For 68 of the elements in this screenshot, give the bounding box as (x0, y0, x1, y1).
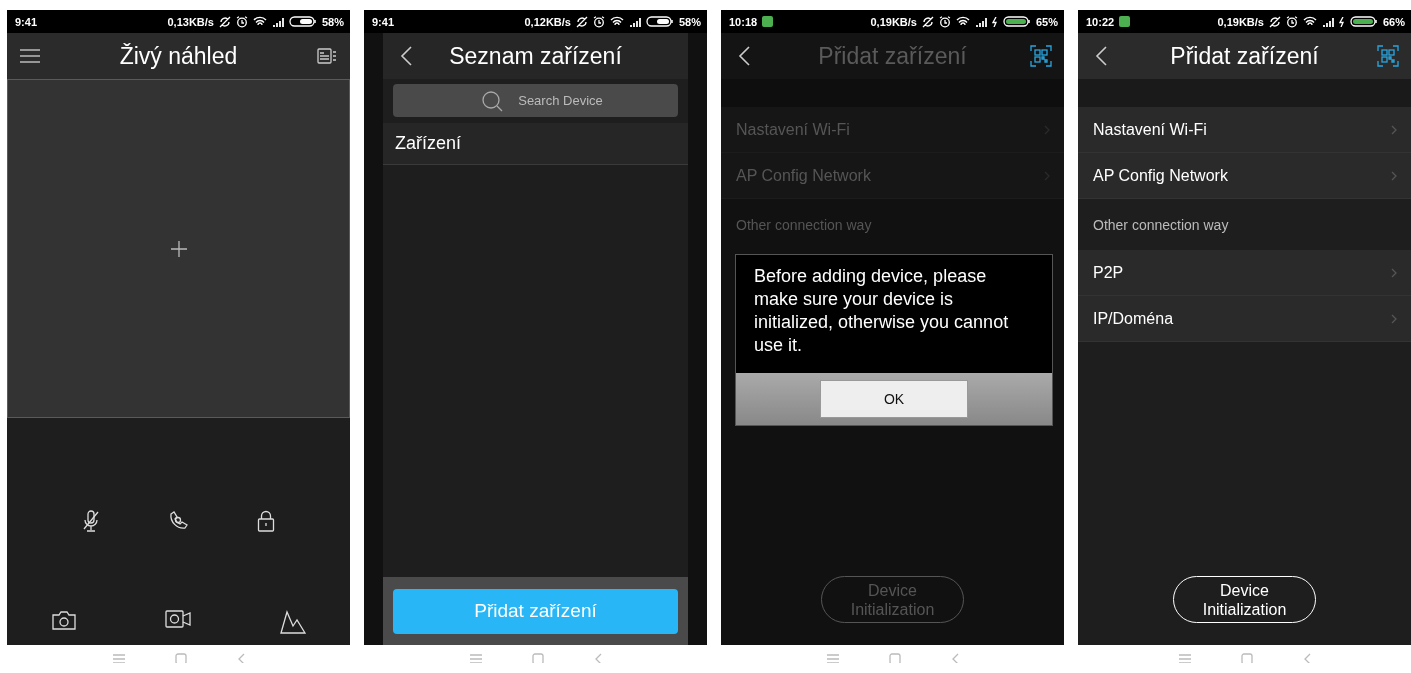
status-time: 10:18 (729, 15, 758, 28)
search-icon (481, 90, 503, 112)
item-label: IP/Doména (1093, 309, 1175, 328)
qr-scan-icon[interactable] (1030, 45, 1052, 67)
charging-icon (1338, 16, 1345, 27)
signal-icon (628, 16, 641, 27)
signal-icon (974, 16, 987, 27)
battery-percent: 66% (1382, 15, 1405, 28)
sync-off-icon (575, 15, 588, 28)
alarm-icon (1285, 15, 1298, 28)
section-header: Zařízení (383, 123, 688, 165)
charging-icon (991, 16, 998, 27)
list-item[interactable]: IP/Doména (1078, 296, 1411, 342)
network-speed: 0,19KB/s (870, 15, 917, 28)
chart-icon[interactable] (279, 610, 306, 634)
alarm-icon (592, 15, 605, 28)
status-time: 9:41 (15, 15, 38, 28)
camera-icon[interactable] (52, 610, 77, 630)
list-item[interactable]: Nastavení Wi-Fi (1078, 107, 1411, 153)
battery-percent: 58% (678, 15, 701, 28)
wifi-icon (955, 16, 970, 27)
alarm-icon (938, 15, 951, 28)
item-label: Nastavení Wi-Fi (736, 120, 851, 139)
section-label: Other connection way (735, 215, 873, 235)
chevron-icon (1391, 313, 1397, 324)
wifi-icon (1302, 16, 1317, 27)
screen-title: Přidat zařízení (1169, 42, 1320, 70)
back-icon[interactable] (738, 46, 750, 66)
signal-icon (271, 16, 284, 27)
wifi-icon (252, 16, 267, 27)
screen-title: Seznam zařízení (448, 42, 623, 70)
section-label: Other connection way (1092, 215, 1230, 235)
back-icon[interactable] (1095, 46, 1107, 66)
sync-off-icon (921, 15, 934, 28)
video-camera-icon[interactable] (165, 610, 192, 628)
chevron-icon (1391, 124, 1397, 135)
plus-icon[interactable] (170, 240, 187, 257)
screen-title: Živý náhled (118, 42, 239, 70)
lock-icon[interactable] (257, 510, 276, 532)
item-label: Nastavení Wi-Fi (1093, 120, 1208, 139)
screen-title: Přidat zařízení (817, 42, 968, 70)
item-label: P2P (1093, 263, 1125, 282)
dialog-message: Before adding device, please make sure your device is initialized, otherwise you cannot use it. (753, 265, 1010, 357)
status-time: 10:22 (1086, 15, 1115, 28)
list-item[interactable]: P2P (1078, 250, 1411, 296)
battery-percent: 58% (321, 15, 344, 28)
item-label: AP Config Network (736, 166, 872, 185)
menu-icon[interactable] (20, 48, 40, 64)
search-field[interactable]: Search Device (393, 84, 678, 117)
chevron-icon (1391, 267, 1397, 278)
back-icon[interactable] (400, 46, 412, 66)
wifi-icon (609, 16, 624, 27)
qr-scan-icon[interactable] (1377, 45, 1399, 67)
item-label: AP Config Network (1093, 166, 1229, 185)
signal-icon (1321, 16, 1334, 27)
list-item[interactable]: AP Config Network (1078, 153, 1411, 199)
device-list-icon[interactable] (317, 48, 337, 64)
mic-off-icon[interactable] (82, 510, 99, 532)
sync-off-icon (218, 15, 231, 28)
battery-percent: 65% (1035, 15, 1058, 28)
ok-button[interactable]: OK (820, 380, 968, 418)
network-speed: 0,19KB/s (1217, 15, 1264, 28)
sync-off-icon (1268, 15, 1281, 28)
status-time: 9:41 (372, 15, 395, 28)
network-speed: 0,13KB/s (167, 15, 214, 28)
alarm-icon (235, 15, 248, 28)
chevron-icon (1391, 170, 1397, 181)
network-speed: 0,12KB/s (524, 15, 571, 28)
